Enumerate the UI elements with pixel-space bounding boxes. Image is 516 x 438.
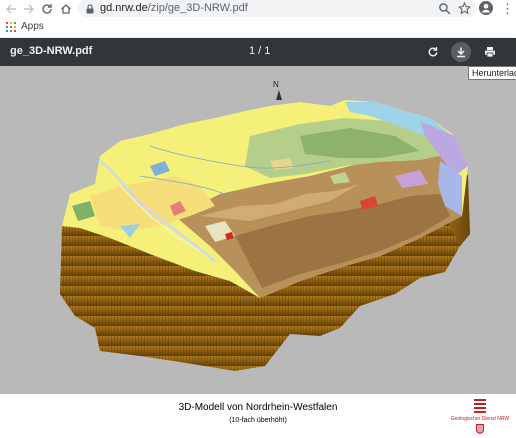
url-path: /zip/ge_3D-NRW.pdf <box>147 2 248 14</box>
rotate-icon <box>428 47 438 57</box>
pdf-document-view[interactable]: N <box>0 66 516 394</box>
home-icon <box>61 4 71 14</box>
rotate-button[interactable] <box>423 42 443 62</box>
caption-subtitle: (10-fach überhöht) <box>229 417 287 424</box>
nrw-crest-icon <box>476 424 484 434</box>
caption-title: 3D-Modell von Nordrhein-Westfalen <box>178 402 338 413</box>
lock-icon <box>86 4 94 14</box>
address-bar[interactable]: gd.nrw.de/zip/ge_3D-NRW.pdf <box>78 0 476 17</box>
nrw-3d-geology-model: N <box>60 80 470 371</box>
url-text: gd.nrw.de/zip/ge_3D-NRW.pdf <box>100 2 248 14</box>
url-host: gd.nrw.de <box>100 2 148 14</box>
reload-button[interactable] <box>39 1 55 17</box>
print-button[interactable] <box>480 42 500 62</box>
arrow-right-icon <box>24 4 34 14</box>
bookmark-star-icon[interactable] <box>458 2 471 15</box>
menu-kebab-icon[interactable]: ⋮ <box>501 1 514 17</box>
pdf-page-footer: 3D-Modell von Nordrhein-Westfalen (10-fa… <box>0 394 516 438</box>
gd-logo: Geologischer Dienst NRW <box>446 399 514 435</box>
pdf-toolbar: ge_3D-NRW.pdf 1 / 1 <box>0 38 516 66</box>
forward-button[interactable] <box>21 1 37 17</box>
back-button[interactable] <box>3 1 19 17</box>
download-tooltip: Herunterladen <box>468 66 516 80</box>
search-icon[interactable] <box>438 2 451 15</box>
page-indicator: 1 / 1 <box>249 45 271 57</box>
bookmark-apps[interactable]: Apps <box>6 21 44 32</box>
apps-grid-icon <box>6 21 16 32</box>
print-icon <box>485 47 495 58</box>
north-arrow-icon <box>276 90 282 100</box>
reload-icon <box>42 4 52 14</box>
gd-logo-mark-icon <box>474 399 486 413</box>
arrow-left-icon <box>6 4 16 14</box>
profile-avatar-icon[interactable] <box>479 1 493 15</box>
pdf-title: ge_3D-NRW.pdf <box>10 45 93 57</box>
bookmark-label: Apps <box>21 21 44 32</box>
home-button[interactable] <box>58 1 74 17</box>
gd-logo-text: Geologischer Dienst NRW <box>450 416 510 422</box>
browser-chrome: gd.nrw.de/zip/ge_3D-NRW.pdf ⋮ Apps <box>0 0 516 38</box>
download-button[interactable] <box>451 42 471 62</box>
download-icon <box>457 47 465 58</box>
compass-label: N <box>273 80 279 89</box>
